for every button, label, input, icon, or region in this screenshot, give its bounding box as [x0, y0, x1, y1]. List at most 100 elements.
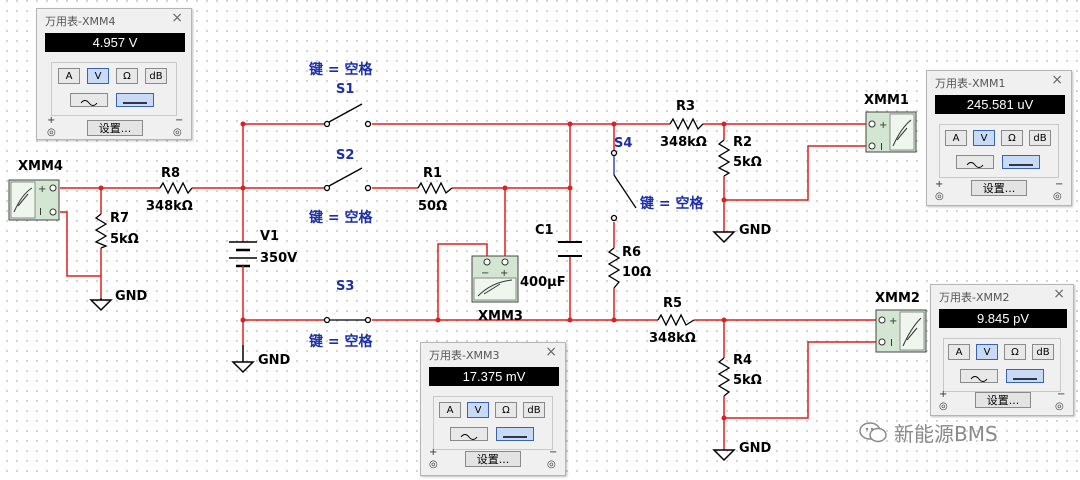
- voltmeter-mode-button[interactable]: V: [87, 68, 109, 84]
- r5-symbol[interactable]: [657, 313, 695, 327]
- value-r1: 50Ω: [418, 199, 447, 214]
- minus-terminal-icon[interactable]: ◎: [1055, 401, 1064, 412]
- value-r5: 348kΩ: [649, 331, 696, 346]
- r7-symbol[interactable]: [94, 213, 108, 249]
- r1-symbol[interactable]: [417, 181, 453, 195]
- plus-terminal: +: [47, 115, 56, 126]
- svg-text:I: I: [890, 338, 893, 349]
- capacitor-c1[interactable]: [558, 241, 582, 257]
- key-hint-s3: 键 = 空格: [308, 333, 373, 350]
- label-xmm3: XMM3: [478, 309, 523, 324]
- minus-terminal: −: [1057, 389, 1066, 400]
- switch-s1[interactable]: [323, 103, 372, 128]
- dc-wave-button[interactable]: [1002, 155, 1040, 169]
- ac-wave-button[interactable]: [956, 155, 994, 169]
- watermark: 新能源BMS: [858, 418, 998, 446]
- label-xmm4: XMM4: [18, 159, 63, 174]
- settings-button[interactable]: 设置...: [971, 180, 1027, 196]
- reading-display: 17.375 mV: [429, 367, 559, 386]
- r3-symbol[interactable]: [669, 117, 704, 131]
- settings-button[interactable]: 设置...: [87, 120, 143, 136]
- ac-wave-button[interactable]: [450, 427, 488, 441]
- close-icon[interactable]: ×: [171, 10, 183, 26]
- label-c1: C1: [535, 223, 554, 238]
- multimeter-panel-xmm4[interactable]: 万用表-XMM4 × 4.957 V A V Ω dB + ◎ − ◎ 设置..…: [36, 8, 192, 140]
- multimeter-panel-xmm3[interactable]: 万用表-XMM3 × 17.375 mV A V Ω dB + ◎ − ◎ 设置…: [420, 342, 566, 476]
- ground-symbol-v1: [231, 345, 255, 374]
- voltmeter-mode-button[interactable]: V: [976, 344, 998, 360]
- close-icon[interactable]: ×: [1053, 286, 1065, 302]
- svg-text:+: +: [889, 316, 897, 327]
- ammeter-mode-button[interactable]: A: [948, 344, 970, 360]
- minus-terminal-icon[interactable]: ◎: [173, 127, 182, 138]
- minus-terminal: −: [1055, 179, 1064, 190]
- settings-button[interactable]: 设置...: [975, 392, 1031, 408]
- close-icon[interactable]: ×: [545, 344, 557, 360]
- label-v1: V1: [260, 229, 279, 244]
- label-gnd-r2: GND: [739, 223, 772, 238]
- dc-line-icon: [123, 102, 147, 104]
- svg-text:+: +: [500, 268, 508, 279]
- reading-display: 9.845 pV: [939, 309, 1067, 328]
- meter-symbol-xmm3[interactable]: − +: [471, 255, 519, 303]
- decibel-mode-button[interactable]: dB: [1029, 130, 1051, 146]
- decibel-mode-button[interactable]: dB: [523, 402, 545, 418]
- decibel-mode-button[interactable]: dB: [1032, 344, 1054, 360]
- r4-symbol[interactable]: [717, 357, 731, 397]
- panel-title: 万用表-XMM1: [935, 77, 1006, 90]
- switch-s4[interactable]: [610, 149, 637, 222]
- ammeter-mode-button[interactable]: A: [58, 68, 80, 84]
- multimeter-panel-xmm1[interactable]: 万用表-XMM1 × 245.581 uV A V Ω dB + ◎ − ◎ 设…: [926, 70, 1072, 206]
- switch-s2[interactable]: [323, 167, 372, 192]
- dc-wave-button[interactable]: [496, 427, 534, 441]
- meter-symbol-xmm2[interactable]: +I: [875, 309, 927, 353]
- plus-terminal-icon[interactable]: ◎: [47, 127, 56, 138]
- plus-terminal: +: [939, 389, 948, 400]
- mode-group: A V Ω dB: [51, 62, 177, 116]
- multimeter-panel-xmm2[interactable]: 万用表-XMM2 × 9.845 pV A V Ω dB + ◎ − ◎ 设置.…: [930, 284, 1074, 416]
- svg-text:−: −: [481, 268, 489, 279]
- meter-symbol-xmm4[interactable]: +I: [8, 179, 60, 221]
- ammeter-mode-button[interactable]: A: [439, 402, 461, 418]
- label-gnd-xmm4: GND: [115, 289, 148, 304]
- plus-terminal-icon[interactable]: ◎: [939, 401, 948, 412]
- voltmeter-mode-button[interactable]: V: [467, 402, 489, 418]
- ohmmeter-mode-button[interactable]: Ω: [116, 68, 138, 84]
- battery-v1[interactable]: [229, 234, 257, 270]
- voltmeter-mode-button[interactable]: V: [973, 130, 995, 146]
- label-r2: R2: [733, 135, 752, 150]
- ohmmeter-mode-button[interactable]: Ω: [1001, 130, 1023, 146]
- ohmmeter-mode-button[interactable]: Ω: [1004, 344, 1026, 360]
- mode-group: A V Ω dB: [939, 124, 1059, 178]
- dc-wave-button[interactable]: [1006, 369, 1044, 383]
- r8-symbol[interactable]: [159, 181, 193, 195]
- watermark-text: 新能源BMS: [894, 421, 998, 446]
- meter-symbol-xmm1[interactable]: +I: [865, 111, 917, 153]
- key-hint-s1: 键 = 空格: [308, 61, 373, 78]
- ammeter-mode-button[interactable]: A: [945, 130, 967, 146]
- ac-wave-button[interactable]: [960, 369, 998, 383]
- plus-terminal-icon[interactable]: ◎: [429, 459, 438, 470]
- settings-button[interactable]: 设置...: [465, 451, 521, 467]
- minus-terminal-icon[interactable]: ◎: [1053, 191, 1062, 202]
- panel-title: 万用表-XMM4: [45, 15, 116, 28]
- plus-terminal-icon[interactable]: ◎: [935, 191, 944, 202]
- r2-symbol[interactable]: [717, 139, 731, 177]
- r6-symbol[interactable]: [607, 247, 621, 289]
- plus-terminal: +: [429, 447, 438, 458]
- minus-terminal-icon[interactable]: ◎: [547, 459, 556, 470]
- switch-s3[interactable]: [323, 316, 372, 324]
- sine-wave-icon: [80, 100, 98, 106]
- close-icon[interactable]: ×: [1051, 72, 1063, 88]
- dc-line-icon: [1009, 164, 1033, 166]
- ground-symbol-xmm4: [89, 298, 113, 312]
- minus-terminal: −: [549, 447, 558, 458]
- dc-wave-button[interactable]: [116, 93, 154, 107]
- decibel-mode-button[interactable]: dB: [145, 68, 167, 84]
- sine-wave-icon: [460, 434, 478, 440]
- wechat-icon: [859, 422, 887, 443]
- ohmmeter-mode-button[interactable]: Ω: [495, 402, 517, 418]
- label-s1: S1: [336, 82, 354, 97]
- value-v1: 350V: [260, 251, 297, 266]
- ac-wave-button[interactable]: [70, 93, 108, 107]
